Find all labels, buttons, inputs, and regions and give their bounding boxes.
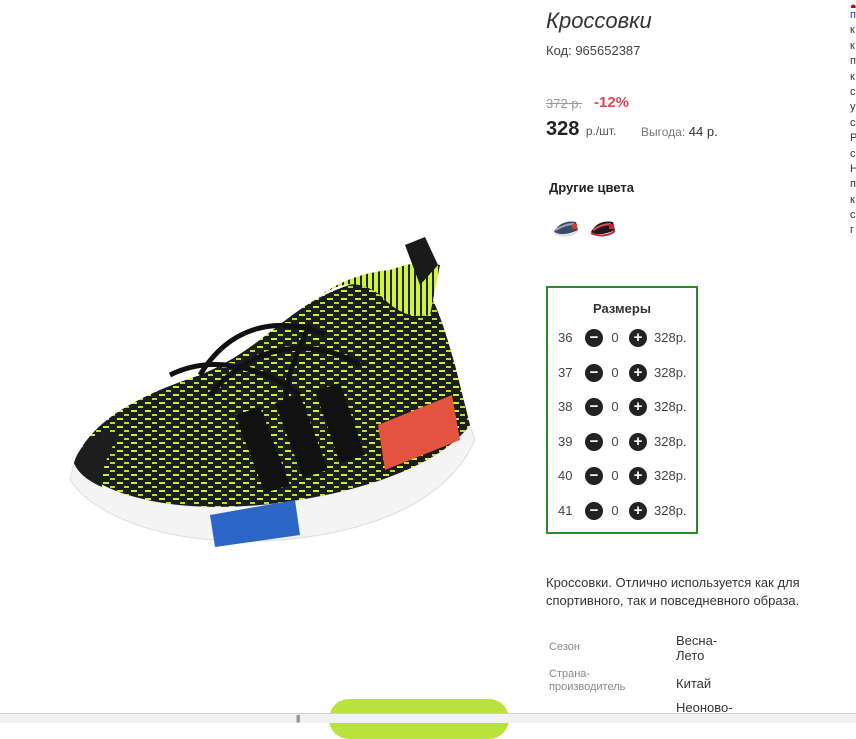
other-colors-title: Другие цвета (549, 180, 634, 195)
right-edge-char: с (850, 147, 856, 160)
scrollbar-grip-icon[interactable]: ||| (296, 715, 300, 723)
right-edge-char: к (850, 39, 855, 52)
right-edge-char: к (850, 70, 855, 83)
size-number: 40 (558, 468, 573, 483)
minus-icon[interactable]: − (585, 467, 603, 485)
size-number: 36 (558, 330, 573, 345)
size-row-40: 40 − 0 + 328р. (548, 466, 696, 488)
quantity-value: 0 (611, 468, 619, 483)
plus-icon[interactable]: + (629, 398, 647, 416)
right-edge-char: г (850, 224, 855, 237)
color-swatch-black-red[interactable] (589, 212, 617, 240)
plus-icon[interactable]: + (629, 329, 647, 347)
right-edge-char: Н (850, 162, 856, 175)
right-edge-char: у (850, 101, 856, 114)
right-edge-char: с (850, 116, 856, 129)
minus-icon[interactable]: − (585, 502, 603, 520)
right-edge-mark: ● (850, 1, 856, 8)
right-edge-text: ● п к к п к с у с Р с Н п к с г (850, 0, 856, 239)
size-number: 39 (558, 434, 573, 449)
quantity-value: 0 (611, 434, 619, 449)
minus-icon[interactable]: − (585, 398, 603, 416)
savings: Выгода: 44 р. (641, 124, 718, 139)
price-value: 328 (546, 118, 580, 140)
size-price: 328р. (654, 434, 687, 449)
horizontal-scrollbar[interactable]: ||| (0, 713, 856, 723)
size-number: 41 (558, 503, 573, 518)
savings-label: Выгода: (641, 125, 686, 139)
right-edge-char: п (850, 55, 856, 68)
product-code: Код: 965652387 (546, 43, 641, 58)
size-number: 38 (558, 399, 573, 414)
size-row-39: 39 − 0 + 328р. (548, 432, 696, 454)
right-edge-char: с (850, 209, 856, 222)
right-edge-char: к (850, 193, 855, 206)
minus-icon[interactable]: − (585, 433, 603, 451)
size-row-41: 41 − 0 + 328р. (548, 501, 696, 523)
plus-icon[interactable]: + (629, 364, 647, 382)
plus-icon[interactable]: + (629, 467, 647, 485)
minus-icon[interactable]: − (585, 364, 603, 382)
sizes-title: Размеры (593, 301, 651, 316)
size-number: 37 (558, 365, 573, 380)
right-edge-char: Р (850, 132, 856, 145)
size-price: 328р. (654, 330, 687, 345)
spec-label-season: Сезон (549, 641, 580, 653)
size-row-37: 37 − 0 + 328р. (548, 363, 696, 385)
size-price: 328р. (654, 365, 687, 380)
minus-icon[interactable]: − (585, 329, 603, 347)
size-row-38: 38 − 0 + 328р. (548, 397, 696, 419)
plus-icon[interactable]: + (629, 433, 647, 451)
quantity-value: 0 (611, 330, 619, 345)
right-edge-char: п (850, 9, 856, 21)
size-price: 328р. (654, 468, 687, 483)
plus-icon[interactable]: + (629, 502, 647, 520)
savings-value: 44 р. (688, 124, 718, 139)
right-edge-char: с (850, 85, 856, 98)
quantity-value: 0 (611, 399, 619, 414)
size-price: 328р. (654, 399, 687, 414)
price-row: 328 р./шт. (546, 118, 616, 141)
quantity-value: 0 (611, 503, 619, 518)
right-edge-char: п (850, 178, 856, 191)
size-row-36: 36 − 0 + 328р. (548, 328, 696, 350)
sizes-panel: Размеры 36 − 0 + 328р. 37 − 0 + 328р. 38… (546, 286, 698, 534)
quantity-value: 0 (611, 365, 619, 380)
spec-label-country: Страна- производитель (549, 668, 626, 693)
product-image (69, 237, 476, 547)
old-price: 372 р. (546, 96, 583, 111)
product-title: Кроссовки (546, 8, 652, 33)
color-swatch-gray-blue[interactable] (552, 212, 580, 240)
discount-badge: -12% (594, 94, 630, 111)
size-price: 328р. (654, 503, 687, 518)
product-description: Кроссовки. Отлично используется как для … (546, 575, 800, 608)
spec-value-country: Китай (676, 676, 712, 691)
price-unit: р./шт. (585, 124, 617, 138)
spec-value-season: Весна- Лето (676, 633, 718, 663)
right-edge-char: к (850, 24, 855, 37)
